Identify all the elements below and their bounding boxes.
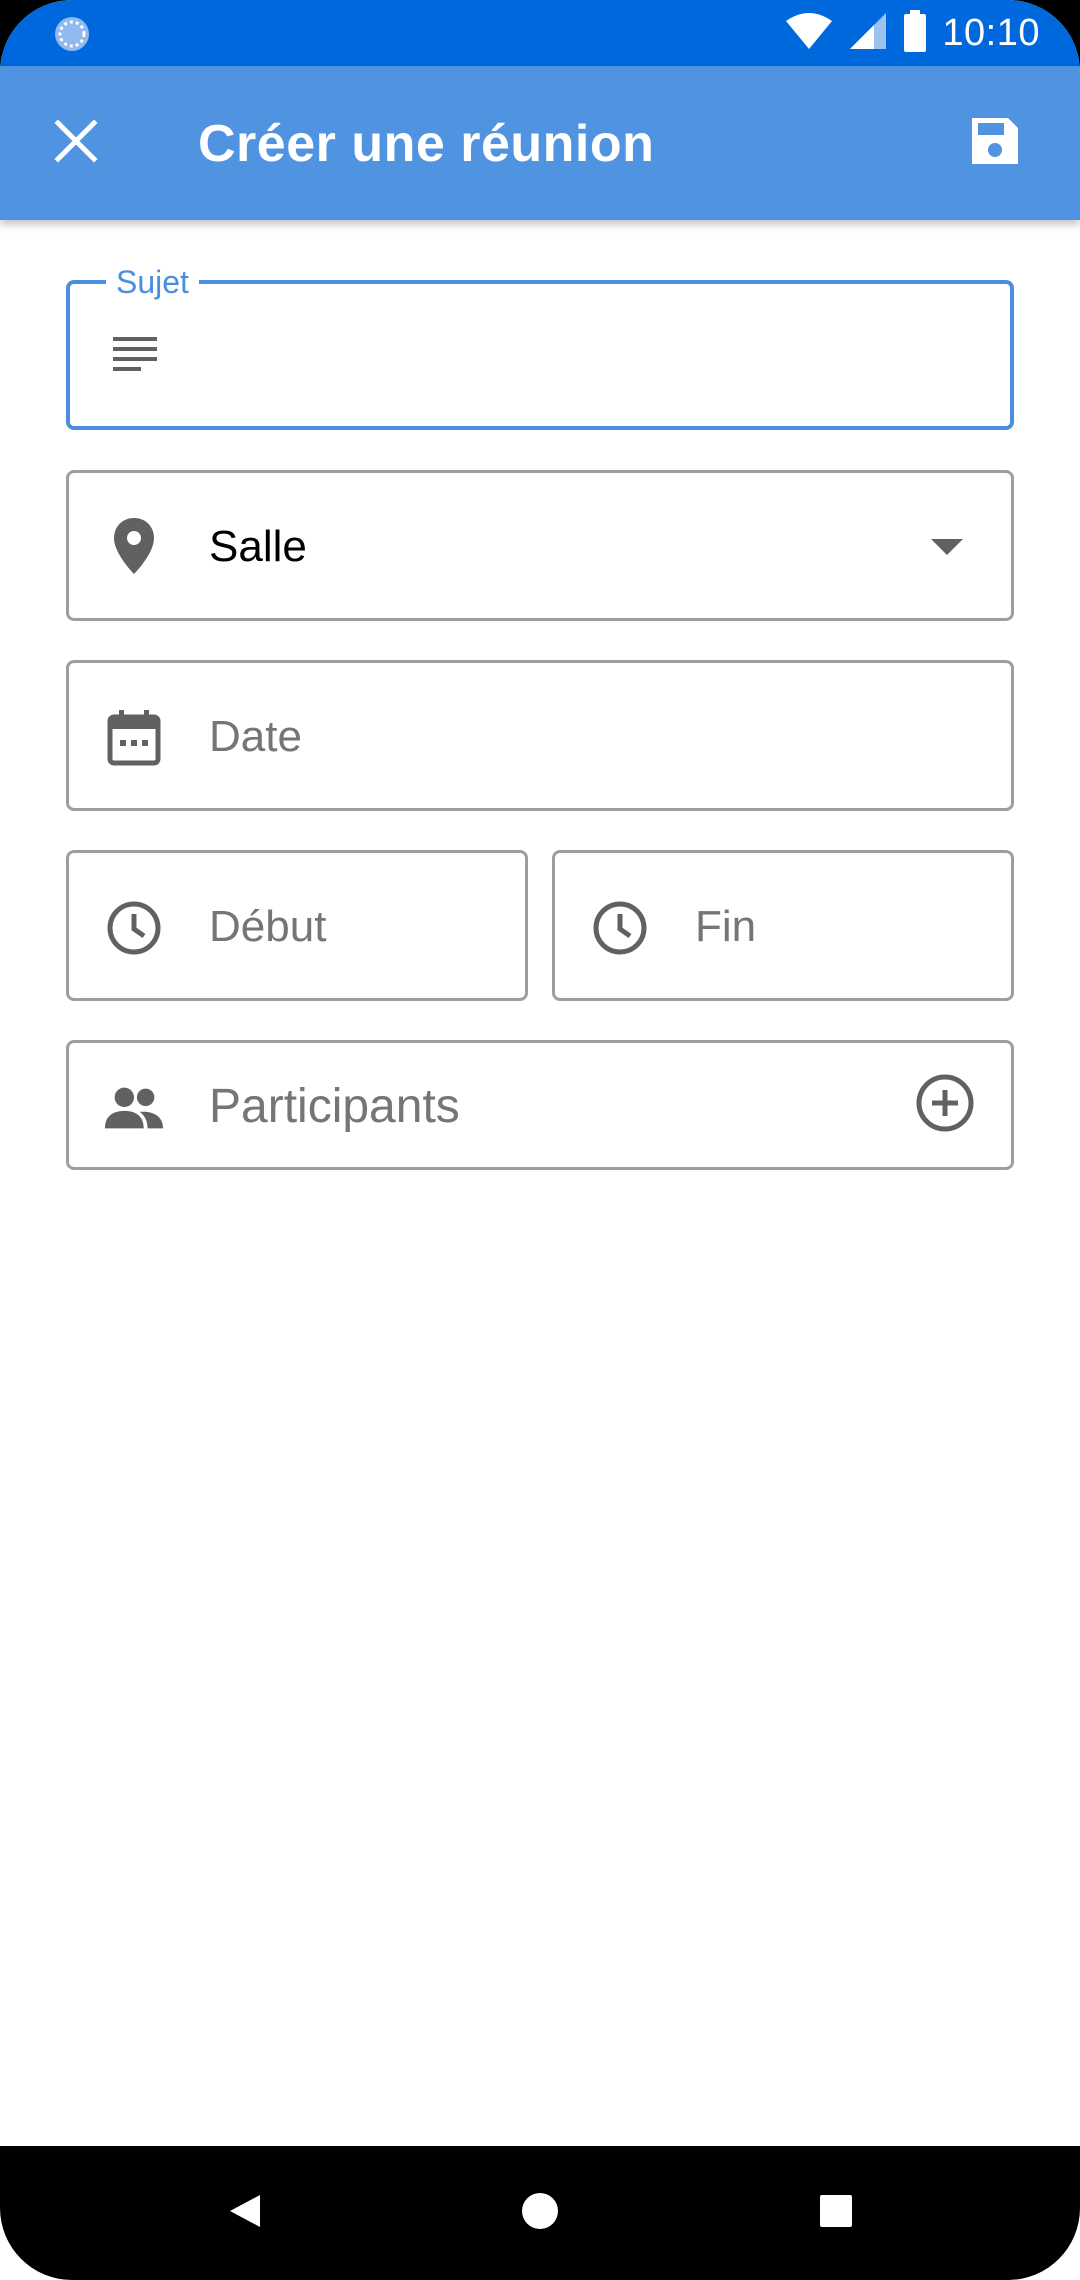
- add-participant-button[interactable]: [913, 1073, 977, 1137]
- close-button[interactable]: [42, 109, 110, 177]
- save-icon: [968, 114, 1022, 173]
- chevron-down-icon: [931, 539, 963, 555]
- subject-field[interactable]: Sujet: [66, 262, 1014, 430]
- app-bar: Créer une réunion: [0, 66, 1080, 220]
- signal-icon: [848, 11, 888, 56]
- subject-icon: [104, 324, 166, 386]
- clock-icon: [589, 897, 651, 959]
- room-selected-value: Salle: [209, 522, 307, 571]
- end-time-placeholder: Fin: [695, 902, 757, 951]
- participants-field[interactable]: Participants: [66, 1040, 1014, 1170]
- page-title: Créer une réunion: [198, 115, 655, 173]
- status-bar: 10:10: [0, 0, 1080, 66]
- people-icon: [103, 1077, 165, 1139]
- nav-back-button[interactable]: [214, 2183, 274, 2243]
- location-pin-icon: [103, 515, 165, 577]
- recents-icon: [818, 2193, 854, 2234]
- status-clock: 10:10: [942, 11, 1040, 54]
- back-icon: [224, 2191, 264, 2236]
- navigation-bar: [0, 2146, 1080, 2280]
- phone-screen: 10:10 Créer une réunion Sujet Salle Date…: [0, 0, 1080, 2280]
- close-icon: [54, 118, 98, 168]
- date-placeholder: Date: [209, 712, 302, 761]
- home-icon: [520, 2191, 560, 2236]
- calendar-icon: [103, 707, 165, 769]
- room-select[interactable]: Salle: [66, 470, 1014, 621]
- nav-recents-button[interactable]: [806, 2183, 866, 2243]
- save-button[interactable]: [962, 110, 1028, 176]
- add-circle-icon: [915, 1073, 975, 1138]
- date-field[interactable]: Date: [66, 660, 1014, 811]
- clock-icon: [103, 897, 165, 959]
- status-icons: 10:10: [784, 8, 1040, 58]
- nav-home-button[interactable]: [510, 2183, 570, 2243]
- participants-placeholder: Participants: [209, 1080, 460, 1133]
- end-time-field[interactable]: Fin: [552, 850, 1014, 1001]
- start-time-placeholder: Début: [209, 902, 327, 951]
- wifi-icon: [784, 11, 834, 56]
- subject-label: Sujet: [106, 262, 199, 302]
- start-time-field[interactable]: Début: [66, 850, 528, 1001]
- app-notification-icon: [52, 14, 92, 59]
- battery-icon: [902, 9, 928, 57]
